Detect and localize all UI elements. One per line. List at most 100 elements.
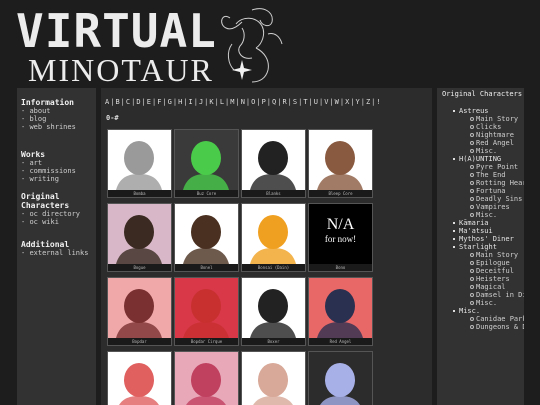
nav-link[interactable]: writing [21,175,76,183]
site-logo-virtual[interactable]: VIRTUAL [16,8,217,54]
tree-subitem[interactable]: Deceitful [437,267,524,275]
character-name[interactable]: Bomba [108,190,171,197]
tree-subitem[interactable]: Misc. [437,147,524,155]
tree-item[interactable]: Kāmaria [437,219,524,227]
character-thumbnail[interactable] [309,352,372,405]
alphabet-link[interactable]: I [189,98,193,106]
character-name[interactable]: Bono [309,264,372,271]
tree-subitem[interactable]: Fortuna [437,187,524,195]
character-thumbnail[interactable] [242,204,305,264]
character-thumbnail[interactable] [108,130,171,190]
character-card[interactable]: Bleep Core [308,129,373,198]
alphabet-link[interactable]: R [282,98,286,106]
tree-subitem[interactable]: Canidae Park [437,315,524,323]
alphabet-link[interactable]: X [345,98,349,106]
character-thumbnail[interactable] [175,352,238,405]
site-logo-minotaur[interactable]: MINOTAUR [28,54,214,86]
character-thumbnail[interactable] [242,278,305,338]
alphabet-link[interactable]: J [199,98,203,106]
character-name[interactable]: Blanks [242,190,305,197]
tree-subitem[interactable]: Red Angel [437,139,524,147]
alphabet-link[interactable]: E [147,98,151,106]
alphabet-link[interactable]: P [262,98,266,106]
nav-link[interactable]: oc wiki [21,218,91,226]
alphabet-link[interactable]: A [105,98,109,106]
alphabet-link[interactable]: U [314,98,318,106]
tree-item[interactable]: Ma'atsui [437,227,524,235]
tree-subitem[interactable]: Rotting Heartz [437,179,524,187]
tree-subitem[interactable]: Magical [437,283,524,291]
alphabet-link[interactable]: M [230,98,234,106]
character-card[interactable]: Bogue [107,203,172,272]
character-card[interactable]: Bomba [107,129,172,198]
alphabet-link[interactable]: B [115,98,119,106]
character-name[interactable]: Red Angel [309,338,372,345]
tree-subitem[interactable]: Heisters [437,275,524,283]
alphabet-link[interactable]: ! [376,98,380,106]
character-card[interactable]: Bopdar Cirque [174,277,239,346]
alphabet-link[interactable]: O [251,98,255,106]
character-name[interactable]: Bopdar [108,338,171,345]
alphabet-link[interactable]: Z [366,98,370,106]
nav-link[interactable]: web shrines [21,123,75,131]
character-card[interactable]: Bopdar [107,277,172,346]
character-card[interactable] [107,351,172,405]
character-card[interactable] [241,351,306,405]
character-name[interactable]: Bopdar Cirque [175,338,238,345]
tree-subitem[interactable]: Clicks [437,123,524,131]
nav-link[interactable]: blog [21,115,76,123]
alphabet-link[interactable]: G [168,98,172,106]
tree-subitem[interactable]: Pyre Point [437,163,524,171]
tree-subitem[interactable]: The End [437,171,524,179]
character-thumbnail[interactable] [309,130,372,190]
character-card[interactable]: Boxer [241,277,306,346]
character-name[interactable]: Bonel [175,264,238,271]
character-name[interactable]: Buz Core [175,190,238,197]
alphabet-link[interactable]: L [220,98,224,106]
character-card[interactable] [308,351,373,405]
character-name[interactable]: Boxer [242,338,305,345]
tree-subitem[interactable]: Misc. [437,211,524,219]
alphabet-link[interactable]: Q [272,98,276,106]
tree-subitem[interactable]: Vampires [437,203,524,211]
alphabet-link[interactable]: C [126,98,130,106]
alphabet-link[interactable]: S [293,98,297,106]
character-thumbnail[interactable] [108,278,171,338]
character-thumbnail[interactable] [242,352,305,405]
tree-subitem[interactable]: Main Story [437,115,524,123]
character-name[interactable]: Bonsai (Dain) [242,264,305,271]
nav-link[interactable]: about [21,107,76,115]
alphabet-link[interactable]: H [178,98,182,106]
character-thumbnail[interactable] [309,278,372,338]
alphabet-link[interactable]: N [241,98,245,106]
tree-subitem[interactable]: Epilogue [437,259,524,267]
tree-item[interactable]: H(A)UNTING [437,155,524,163]
character-card[interactable] [174,351,239,405]
alphabet-link[interactable]: Y [356,98,360,106]
tree-item[interactable]: Mythos' Diner [437,235,524,243]
character-thumbnail[interactable]: N/A for now! [309,204,372,264]
character-thumbnail[interactable] [175,130,238,190]
tree-subitem[interactable]: Main Story [437,251,524,259]
character-thumbnail[interactable] [242,130,305,190]
tree-item[interactable]: Starlight [437,243,524,251]
alphabet-link[interactable]: W [335,98,339,106]
alphabet-link[interactable]: V [324,98,328,106]
character-thumbnail[interactable] [108,204,171,264]
character-name[interactable]: Bogue [108,264,171,271]
character-thumbnail[interactable] [175,278,238,338]
nav-link[interactable]: oc directory [21,210,91,218]
character-card[interactable]: Blanks [241,129,306,198]
alphabet-link[interactable]: F [157,98,161,106]
character-thumbnail[interactable] [175,204,238,264]
character-card[interactable]: Buz Core [174,129,239,198]
alphabet-link[interactable]: T [303,98,307,106]
nav-link[interactable]: commissions [21,167,75,175]
tree-subitem[interactable]: Nightmare [437,131,524,139]
alphabet-link[interactable]: D [136,98,140,106]
character-name[interactable]: Bleep Core [309,190,372,197]
tree-subitem[interactable]: Damsel in Distress [437,291,524,299]
character-thumbnail[interactable] [108,352,171,405]
nav-link[interactable]: art [21,159,76,167]
character-card[interactable]: Red Angel [308,277,373,346]
